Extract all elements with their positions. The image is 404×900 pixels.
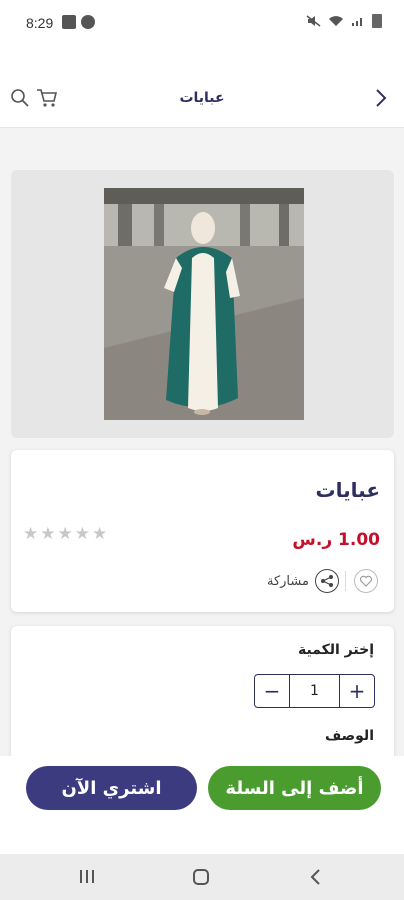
share-button[interactable]: مشاركة	[267, 569, 339, 593]
cart-icon[interactable]	[36, 87, 58, 109]
wifi-icon	[329, 16, 343, 26]
product-name: عبايات	[315, 478, 380, 502]
app-notification-icon	[81, 15, 95, 29]
action-bar: اشتري الآن أضف إلى السلة	[0, 756, 404, 854]
buy-now-button[interactable]: اشتري الآن	[26, 766, 197, 810]
battery-icon	[372, 14, 382, 28]
notification-icons	[62, 15, 95, 29]
status-bar: 8:29	[0, 0, 404, 48]
star-icon: ★	[57, 524, 73, 544]
add-to-cart-button[interactable]: أضف إلى السلة	[208, 766, 381, 810]
system-status-icons	[306, 14, 382, 28]
nav-back-icon[interactable]	[307, 868, 325, 886]
status-time: 8:29	[26, 15, 54, 31]
increase-quantity-button[interactable]: +	[340, 675, 374, 707]
recents-icon[interactable]	[80, 870, 94, 883]
star-icon: ★	[92, 524, 108, 544]
mute-icon	[306, 15, 321, 27]
heart-icon	[360, 575, 372, 587]
star-icon: ★	[40, 524, 56, 544]
back-arrow-icon[interactable]	[370, 88, 390, 108]
quantity-stepper: − 1 +	[254, 674, 375, 708]
product-photo[interactable]	[104, 188, 304, 420]
quantity-value[interactable]: 1	[289, 675, 340, 707]
quantity-label: إختر الكمية	[298, 642, 374, 658]
page-title: عبايات	[179, 90, 225, 106]
star-icon: ★	[23, 524, 39, 544]
favorite-button[interactable]	[354, 569, 378, 593]
product-price: 1.00 ر.س	[292, 530, 380, 550]
home-icon[interactable]	[193, 869, 209, 885]
gallery-notification-icon	[62, 15, 76, 29]
product-info-card: عبايات 1.00 ر.س ★ ★ ★ ★ ★ مشاركة	[11, 450, 394, 612]
app-bar: عبايات	[0, 48, 404, 128]
system-nav-bar	[0, 854, 404, 900]
signal-icon	[352, 18, 362, 26]
decrease-quantity-button[interactable]: −	[255, 675, 289, 707]
description-label: الوصف	[324, 728, 374, 744]
rating-stars: ★ ★ ★ ★ ★	[23, 526, 107, 543]
search-icon[interactable]	[10, 88, 30, 108]
divider	[345, 571, 346, 591]
star-icon: ★	[74, 524, 90, 544]
share-label: مشاركة	[267, 573, 309, 589]
share-icon	[314, 569, 339, 593]
quantity-card: إختر الكمية − 1 + الوصف	[11, 626, 394, 766]
